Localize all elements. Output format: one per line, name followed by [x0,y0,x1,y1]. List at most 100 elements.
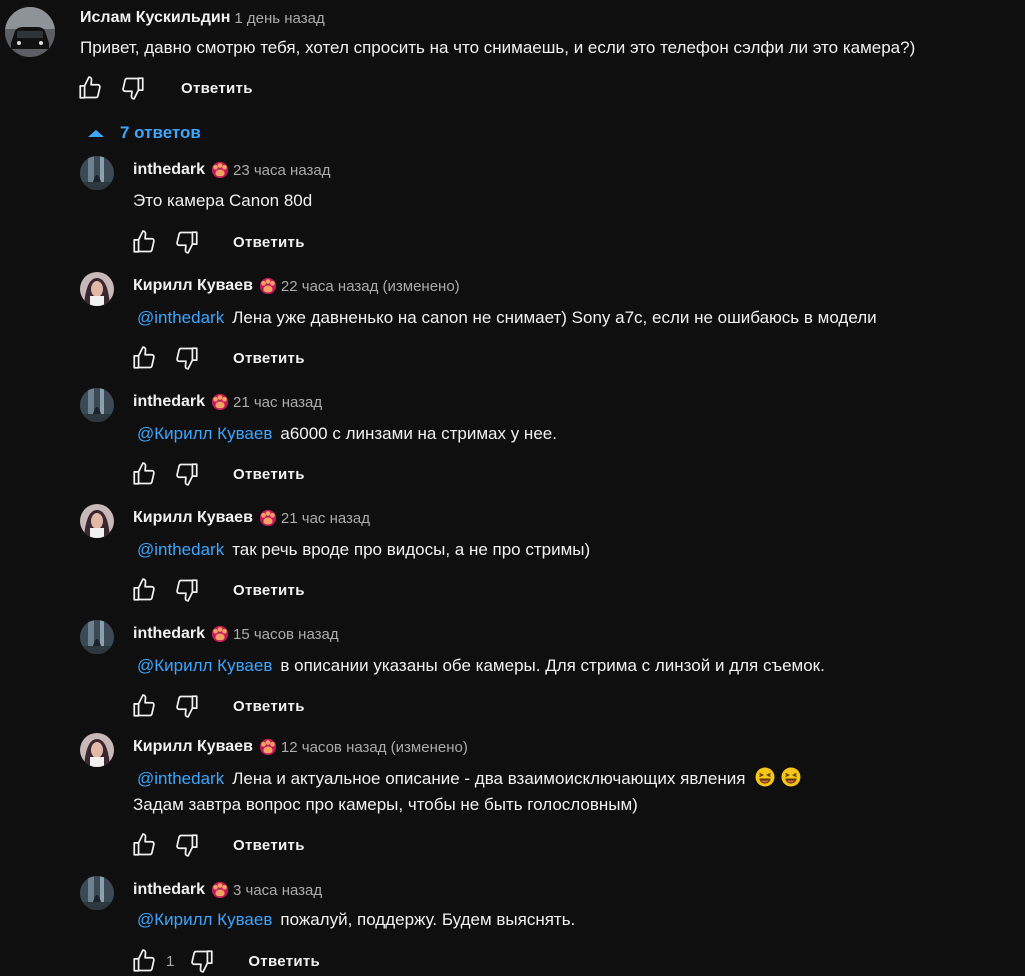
reply-button[interactable]: Ответить [233,234,305,251]
avatar[interactable] [80,388,114,422]
reply-header: inthedark 23 часа назад [133,159,330,181]
reply-author[interactable]: inthedark [133,881,205,899]
reply-text: @Кирилл Куваев в описании указаны обе кам… [133,653,825,679]
like-button[interactable] [130,228,158,256]
member-badge-icon [259,277,277,295]
mention-link[interactable]: @inthedark [137,769,224,788]
reply-author[interactable]: inthedark [133,393,205,411]
thumb-down-icon [174,832,200,858]
avatar[interactable] [80,733,114,767]
mention-link[interactable]: @Кирилл Куваев [137,910,272,929]
reply-time[interactable]: 3 часа назад [233,882,322,899]
dislike-button[interactable] [173,576,201,604]
mention-link[interactable]: @Кирилл Куваев [137,424,272,443]
thumb-up-icon [131,693,157,719]
reply-author[interactable]: Кирилл Куваев [133,738,253,756]
thumb-up-icon [131,345,157,371]
dislike-button[interactable] [119,74,147,102]
reply-body: Это камера Canon 80d [133,191,313,210]
reply-time[interactable]: 22 часа назад (изменено) [281,278,460,295]
reply-body: Лена уже давненько на canon не снимает) … [232,308,877,327]
avatar[interactable] [80,620,114,654]
reply-text: @Кирилл Куваев пожалуй, поддержу. Будем в… [133,907,575,933]
reply-time[interactable]: 15 часов назад [233,626,339,643]
reply-author[interactable]: Кирилл Куваев [133,277,253,295]
replies-toggle[interactable]: 7 ответов [86,122,201,144]
thumb-down-icon [174,461,200,487]
chevron-up-icon [88,130,104,137]
member-badge-icon [211,393,229,411]
reply-actions: Ответить [130,692,305,720]
reply-author[interactable]: inthedark [133,161,205,179]
thumb-up-icon [131,832,157,858]
thumb-down-icon [120,75,146,101]
like-button[interactable] [130,831,158,859]
reply-actions: 1 Ответить [130,947,320,975]
mention-link[interactable]: @inthedark [137,540,224,559]
laughing-emoji-icon [755,767,775,787]
reply-button[interactable]: Ответить [233,582,305,599]
like-button[interactable] [130,460,158,488]
comment-actions: Ответить [76,74,253,102]
dislike-button[interactable] [173,344,201,372]
avatar[interactable] [80,876,114,910]
avatar-image [80,876,114,910]
reply-time[interactable]: 21 час назад [233,394,322,411]
member-badge-icon [259,738,277,756]
reply-body: a6000 с линзами на стримах у нее. [280,424,557,443]
reply-button[interactable]: Ответить [233,350,305,367]
reply-time[interactable]: 12 часов назад (изменено) [281,739,468,756]
dislike-button[interactable] [173,460,201,488]
reply-button[interactable]: Ответить [181,80,253,97]
reply-author[interactable]: Кирилл Куваев [133,509,253,527]
like-button[interactable] [130,576,158,604]
like-button[interactable] [76,74,104,102]
reply-actions: Ответить [130,344,305,372]
member-badge-icon [211,625,229,643]
reply-button[interactable]: Ответить [233,466,305,483]
thumb-up-icon [131,577,157,603]
reply-text: Это камера Canon 80d [133,188,312,214]
avatar[interactable] [80,156,114,190]
mention-link[interactable]: @Кирилл Куваев [137,656,272,675]
reply-body: пожалуй, поддержу. Будем выяснять. [280,910,576,929]
like-button[interactable] [130,947,158,975]
reply-time[interactable]: 21 час назад [281,510,370,527]
avatar-image [80,733,114,767]
reply-header: Кирилл Куваев 12 часов назад (изменено) [133,736,468,758]
reply-actions: Ответить [130,831,305,859]
thumb-down-icon [174,229,200,255]
reply-author[interactable]: inthedark [133,625,205,643]
reply-body: в описании указаны обе камеры. Для стрим… [280,656,825,675]
dislike-button[interactable] [173,228,201,256]
dislike-button[interactable] [173,692,201,720]
like-button[interactable] [130,692,158,720]
like-button[interactable] [130,344,158,372]
avatar-image [80,272,114,306]
comment-author[interactable]: Ислам Кускильдин [80,9,230,27]
thumb-up-icon [77,75,103,101]
avatar[interactable] [80,504,114,538]
reply-button[interactable]: Ответить [233,837,305,854]
avatar-image [80,504,114,538]
comment-time[interactable]: 1 день назад [234,10,324,27]
reply-time[interactable]: 23 часа назад [233,162,330,179]
replies-toggle-label: 7 ответов [120,123,201,142]
reply-actions: Ответить [130,460,305,488]
reply-header: Кирилл Куваев 21 час назад [133,507,370,529]
member-badge-icon [211,881,229,899]
avatar-image [80,156,114,190]
reply-body: Лена и актуальное описание - два взаимои… [232,769,746,788]
dislike-button[interactable] [173,831,201,859]
reply-text: @Кирилл Куваев a6000 с линзами на стримах… [133,421,557,447]
reply-button[interactable]: Ответить [233,698,305,715]
comment-text: Привет, давно смотрю тебя, хотел спросит… [80,38,916,57]
mention-link[interactable]: @inthedark [137,308,224,327]
reply-actions: Ответить [130,228,305,256]
reply-button[interactable]: Ответить [248,953,320,970]
thumb-up-icon [131,948,157,974]
thumb-down-icon [174,345,200,371]
avatar[interactable] [5,7,55,57]
avatar[interactable] [80,272,114,306]
dislike-button[interactable] [188,947,216,975]
